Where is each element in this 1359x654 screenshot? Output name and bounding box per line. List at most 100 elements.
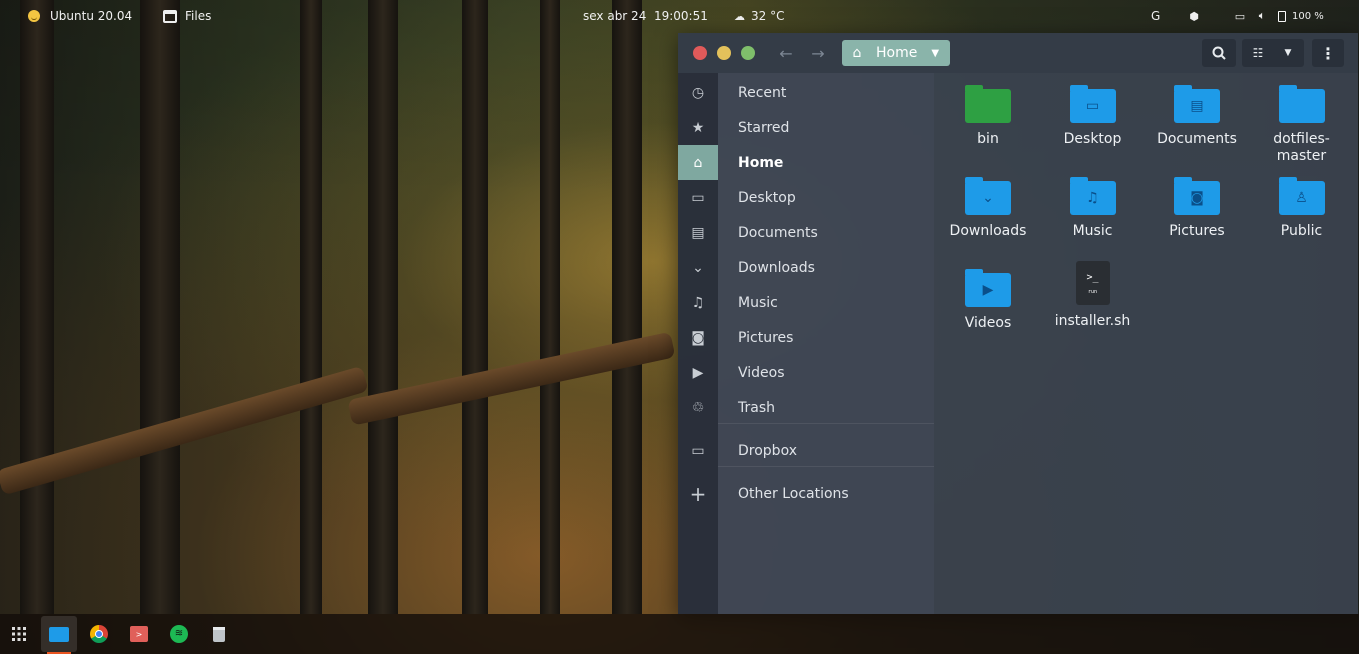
battery-icon [1278,10,1286,22]
clock-icon: ◷ [691,84,705,101]
top-panel: Ubuntu 20.04 Files sex abr 24 19:00:51 ☁… [0,0,1359,32]
sidebar-separator [718,423,934,424]
shell-script-icon: >_ run [1075,261,1110,305]
sidebar-item-label: Starred [738,119,790,136]
back-button[interactable]: ← [771,41,801,65]
sidebar-item-starred[interactable]: ★ Starred [678,110,934,145]
clock[interactable]: sex abr 24 19:00:51 [583,0,708,32]
dock-terminal[interactable]: > [121,616,157,652]
show-apps-button[interactable] [1,616,37,652]
search-button[interactable] [1202,39,1236,67]
folder-icon: ▤ [1174,85,1220,123]
sidebar-item-trash[interactable]: ♲ Trash [678,390,934,425]
spotify-icon: ≋ [170,625,188,643]
close-button[interactable] [693,46,707,60]
sidebar-item-label: Pictures [738,329,794,346]
sidebar-item-label: Music [738,294,778,311]
forward-button[interactable]: → [803,41,833,65]
file-name: Pictures [1169,223,1225,239]
chevron-down-icon[interactable]: ▼ [931,48,939,59]
folder-item[interactable]: dotfiles- master [1250,85,1354,165]
folder-icon [1278,85,1325,123]
sidebar-item-downloads[interactable]: ⌄ Downloads [678,250,934,285]
camera-icon: ◙ [691,329,705,346]
tray-g-indicator[interactable]: G [1151,0,1160,32]
sidebar-separator [718,466,934,467]
file-name: Desktop [1063,131,1122,147]
folder-icon: ⌄ [965,177,1011,215]
folder-item[interactable]: ▶ Videos [936,269,1040,332]
folder-item[interactable]: ♫ Music [1041,177,1145,240]
chrome-icon [90,625,108,643]
sidebar-item-label: Trash [738,399,775,416]
file-name: dotfiles- master [1273,131,1330,164]
sidebar-item-label: Home [738,154,784,171]
kebab-menu-icon: ⋮ [1320,43,1336,63]
tray-g-label: G [1151,9,1161,23]
file-name: installer.sh [1054,313,1131,329]
arrow-right-icon: → [811,43,825,63]
trash-icon: ♲ [691,399,705,416]
trash-icon [213,626,225,642]
screen-icon: ▭ [1234,9,1246,23]
folder-icon: ♙ [1278,177,1325,215]
sidebar-item-documents[interactable]: ▤ Documents [678,215,934,250]
maximize-button[interactable] [741,46,755,60]
sidebar-item-music[interactable]: ♫ Music [678,285,934,320]
view-options[interactable]: ☷ ▼ [1242,39,1304,67]
folder-icon: ▶ [965,269,1011,307]
weather-indicator[interactable]: ☁ 32 °C [734,0,784,32]
sidebar-item-videos[interactable]: ▶ Videos [678,355,934,390]
file-name: Music [1072,223,1113,239]
path-label: Home [876,45,918,61]
dock-chrome[interactable] [81,616,117,652]
folder-item[interactable]: ◙ Pictures [1145,177,1249,240]
document-icon: ▤ [691,224,705,241]
home-icon: ⌂ [852,45,862,61]
files-app-icon [163,9,177,23]
files-icon [49,626,69,642]
files-window: ← → ⌂ Home ▼ ☷ ▼ ⋮ ◷ Recent ★ Starred ⌂ Home ▭… [678,33,1358,614]
sidebar-item-label: Downloads [738,259,815,276]
dock-trash[interactable] [201,616,237,652]
shield-indicator[interactable]: ⬢ [1188,0,1200,32]
places-sidebar: ◷ Recent ★ Starred ⌂ Home ▭ Desktop ▤ Documents ⌄ D… [678,73,934,614]
folder-item[interactable]: bin [936,85,1040,148]
dock-spotify[interactable]: ≋ [161,616,197,652]
weather-label: 32 °C [751,9,785,23]
star-icon: ★ [691,119,705,136]
dock-files[interactable] [41,616,77,654]
sidebar-item-label: Videos [738,364,785,381]
list-view-icon[interactable]: ☷ [1243,46,1273,60]
battery-label: 100 % [1292,10,1324,22]
sidebar-item-dropbox[interactable]: ▭ Dropbox [678,433,934,468]
folder-item[interactable]: ▭ Desktop [1041,85,1145,148]
sidebar-item-recent[interactable]: ◷ Recent [678,75,934,110]
video-icon: ▶ [692,364,704,381]
path-bar[interactable]: ⌂ Home ▼ [842,40,950,66]
shield-icon: ⬢ [1189,9,1199,23]
file-item[interactable]: >_ run installer.sh [1041,261,1145,330]
chevron-down-icon[interactable]: ▼ [1273,48,1303,58]
sidebar-item-pictures[interactable]: ◙ Pictures [678,320,934,355]
sidebar-item-other-locations[interactable]: + Other Locations [678,476,934,511]
minimize-button[interactable] [717,46,731,60]
sidebar-item-label: Dropbox [738,442,797,459]
system-menu[interactable]: ▭ 🔈︎ 100 % [1234,0,1324,32]
app-menu[interactable]: Files [163,0,211,32]
menu-button[interactable]: ⋮ [1312,39,1344,67]
home-icon: ⌂ [678,145,718,180]
plus-icon: + [689,481,707,506]
terminal-icon: > [130,626,148,642]
folder-icon [965,85,1011,123]
sidebar-item-home[interactable]: ⌂ Home [678,145,934,180]
folder-icon: ◙ [1174,177,1220,215]
folder-item[interactable]: ♙ Public [1250,177,1354,240]
activities-menu[interactable]: Ubuntu 20.04 [28,0,132,32]
file-name: Videos [964,315,1012,331]
folder-item[interactable]: ⌄ Downloads [936,177,1040,240]
sidebar-item-label: Documents [738,224,818,241]
sidebar-item-desktop[interactable]: ▭ Desktop [678,180,934,215]
folder-item[interactable]: ▤ Documents [1145,85,1249,148]
os-label: Ubuntu 20.04 [50,9,133,23]
